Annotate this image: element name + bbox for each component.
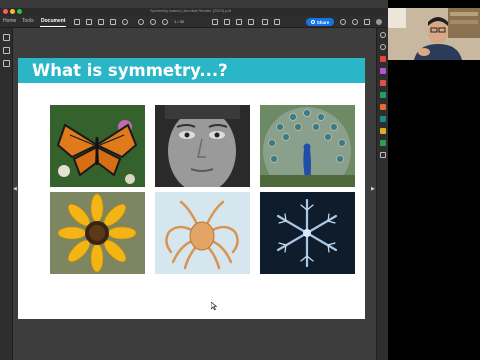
window-title: Symmetry basics | Acrobat Reader (2023).…: [150, 8, 231, 13]
page-nav-icon[interactable]: [162, 19, 168, 25]
butterfly-image: [50, 105, 145, 187]
left-panel-toggle-icon[interactable]: ◀: [13, 186, 17, 192]
tab-home[interactable]: Home: [3, 18, 16, 24]
slide-title-band: What is symmetry...?: [18, 58, 365, 83]
webcam-overlay: [388, 8, 480, 60]
face-image: [155, 105, 250, 187]
spider-crab-image: [155, 192, 250, 274]
share-icon[interactable]: [98, 19, 104, 25]
right-panel-toggle-icon[interactable]: ▶: [371, 186, 375, 192]
comment-icon[interactable]: [236, 19, 242, 25]
add-icon[interactable]: [74, 19, 80, 25]
comment-icon[interactable]: [380, 92, 386, 98]
left-sidebar: [0, 28, 13, 360]
page-icon[interactable]: [3, 47, 10, 54]
more-tools-icon[interactable]: [380, 152, 386, 158]
zoom-icon[interactable]: [380, 44, 386, 50]
close-window-icon[interactable]: [3, 9, 8, 14]
protect-icon[interactable]: [380, 128, 386, 134]
bell-icon[interactable]: [352, 19, 358, 25]
organize-icon[interactable]: [380, 116, 386, 122]
scan-icon[interactable]: [380, 140, 386, 146]
hand-icon[interactable]: [212, 19, 218, 25]
page-indicator[interactable]: 1 / 30: [174, 19, 184, 24]
slide-title: What is symmetry...?: [32, 61, 228, 80]
mouse-cursor-icon: [211, 302, 217, 310]
bookmark-icon[interactable]: [3, 34, 10, 41]
print-toolbar-icon[interactable]: [274, 19, 280, 25]
zoom-out-icon[interactable]: [138, 19, 144, 25]
pdf-reader-window: Symmetry basics | Acrobat Reader (2023).…: [0, 0, 388, 360]
combine-icon[interactable]: [380, 104, 386, 110]
star-icon[interactable]: [86, 19, 92, 25]
create-pdf-icon[interactable]: [380, 80, 386, 86]
title-bar: Symmetry basics | Acrobat Reader (2023).…: [0, 8, 388, 16]
print-icon[interactable]: [110, 19, 116, 25]
share-button[interactable]: Share: [306, 18, 334, 26]
snowflake-image: [260, 192, 355, 274]
export-icon[interactable]: [380, 68, 386, 74]
attachment-icon[interactable]: [3, 60, 10, 67]
edit-pdf-icon[interactable]: [380, 56, 386, 62]
sunflower-image: [50, 192, 145, 274]
peacock-image: [260, 105, 355, 187]
pen-icon[interactable]: [248, 19, 254, 25]
pdf-page: What is symmetry...?: [18, 58, 365, 319]
share-button-label: Share: [316, 19, 330, 25]
zoom-in-icon[interactable]: [150, 19, 156, 25]
right-tools-sidebar: [376, 28, 388, 360]
document-viewport[interactable]: What is symmetry...?: [13, 28, 376, 360]
cursor-icon[interactable]: [224, 19, 230, 25]
minimize-window-icon[interactable]: [10, 9, 15, 14]
share-button-icon: [310, 20, 315, 24]
top-toolbar: Home Tools Document 1 / 30 Share: [0, 16, 388, 28]
active-tab-underline: [40, 26, 66, 27]
help-icon[interactable]: [340, 19, 346, 25]
tab-document[interactable]: Document: [41, 18, 65, 24]
maximize-window-icon[interactable]: [17, 9, 22, 14]
search-icon[interactable]: [380, 32, 386, 38]
sign-icon[interactable]: [262, 19, 268, 25]
search-icon[interactable]: [122, 19, 128, 25]
grid-icon[interactable]: [364, 19, 370, 25]
tab-tools[interactable]: Tools: [22, 18, 34, 24]
account-icon[interactable]: [376, 19, 382, 25]
